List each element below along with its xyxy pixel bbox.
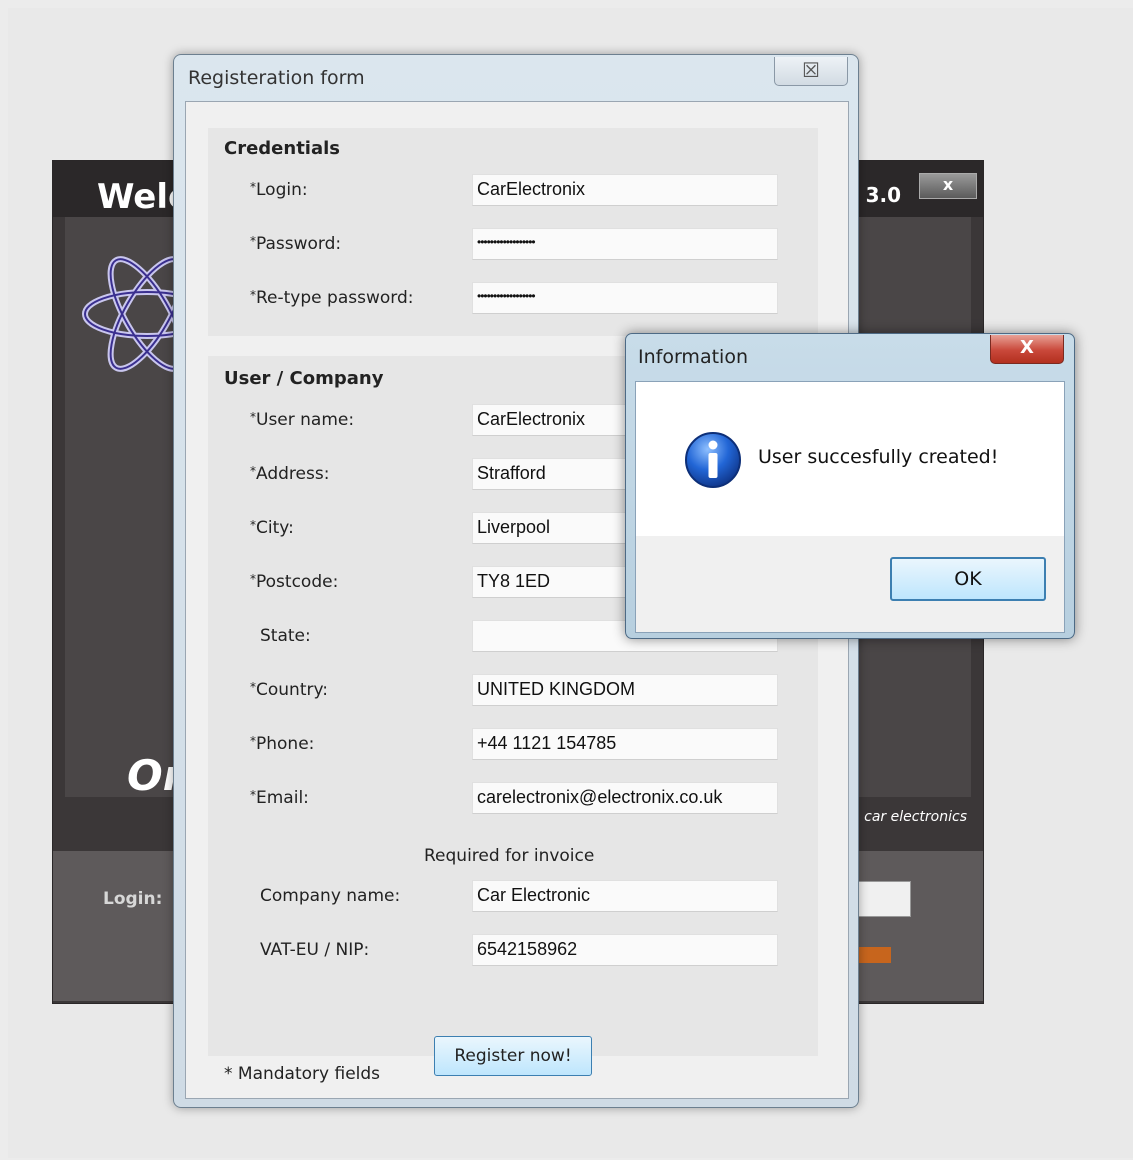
background-app-version: 3.0 — [865, 183, 901, 207]
country-label: *Country: — [250, 680, 329, 700]
invoice-heading: Required for invoice — [424, 846, 595, 866]
password-label: *Password: — [250, 234, 342, 254]
register-now-button[interactable]: Register now! — [434, 1036, 592, 1076]
information-close-button[interactable]: X — [990, 335, 1064, 364]
email-field[interactable]: carelectronix@electronix.co.uk — [472, 782, 778, 814]
company-name-field[interactable]: Car Electronic — [472, 880, 778, 912]
country-field[interactable]: UNITED KINGDOM — [472, 674, 778, 706]
user-company-heading: User / Company — [224, 368, 384, 389]
login-field[interactable]: CarElectronix — [472, 174, 778, 206]
background-button[interactable] — [855, 881, 911, 917]
vat-field[interactable]: 6542158962 — [472, 934, 778, 966]
information-dialog: Information X User succesfully created! … — [625, 333, 1075, 639]
postcode-label: *Postcode: — [250, 572, 339, 592]
phone-label: *Phone: — [250, 734, 315, 754]
credentials-group: Credentials *Login: CarElectronix *Passw… — [208, 128, 818, 336]
mandatory-fields-note: * Mandatory fields — [224, 1064, 381, 1084]
phone-field[interactable]: +44 1121 154785 — [472, 728, 778, 760]
background-login-label: Login: — [103, 889, 163, 909]
background-close-button[interactable]: x — [919, 173, 977, 199]
email-label: *Email: — [250, 788, 309, 808]
password-field[interactable]: •••••••••••••••••• — [472, 228, 778, 260]
information-title: Information — [638, 346, 748, 368]
ok-button[interactable]: OK — [890, 557, 1046, 601]
company-name-label: Company name: — [260, 886, 401, 906]
retype-password-label: *Re-type password: — [250, 288, 414, 308]
background-brand: car electronics — [864, 809, 967, 825]
address-label: *Address: — [250, 464, 330, 484]
information-message: User succesfully created! — [758, 446, 999, 468]
registration-close-button[interactable]: ☒ — [774, 57, 848, 86]
city-label: *City: — [250, 518, 294, 538]
information-client-area: User succesfully created! OK — [635, 381, 1065, 633]
username-label: *User name: — [250, 410, 355, 430]
registration-title: Registeration form — [188, 67, 365, 89]
retype-password-field[interactable]: •••••••••••••••••• — [472, 282, 778, 314]
state-label: State: — [260, 626, 311, 646]
vat-label: VAT-EU / NIP: — [260, 940, 370, 960]
credentials-heading: Credentials — [224, 138, 341, 159]
login-label: *Login: — [250, 180, 308, 200]
info-icon — [685, 432, 741, 488]
